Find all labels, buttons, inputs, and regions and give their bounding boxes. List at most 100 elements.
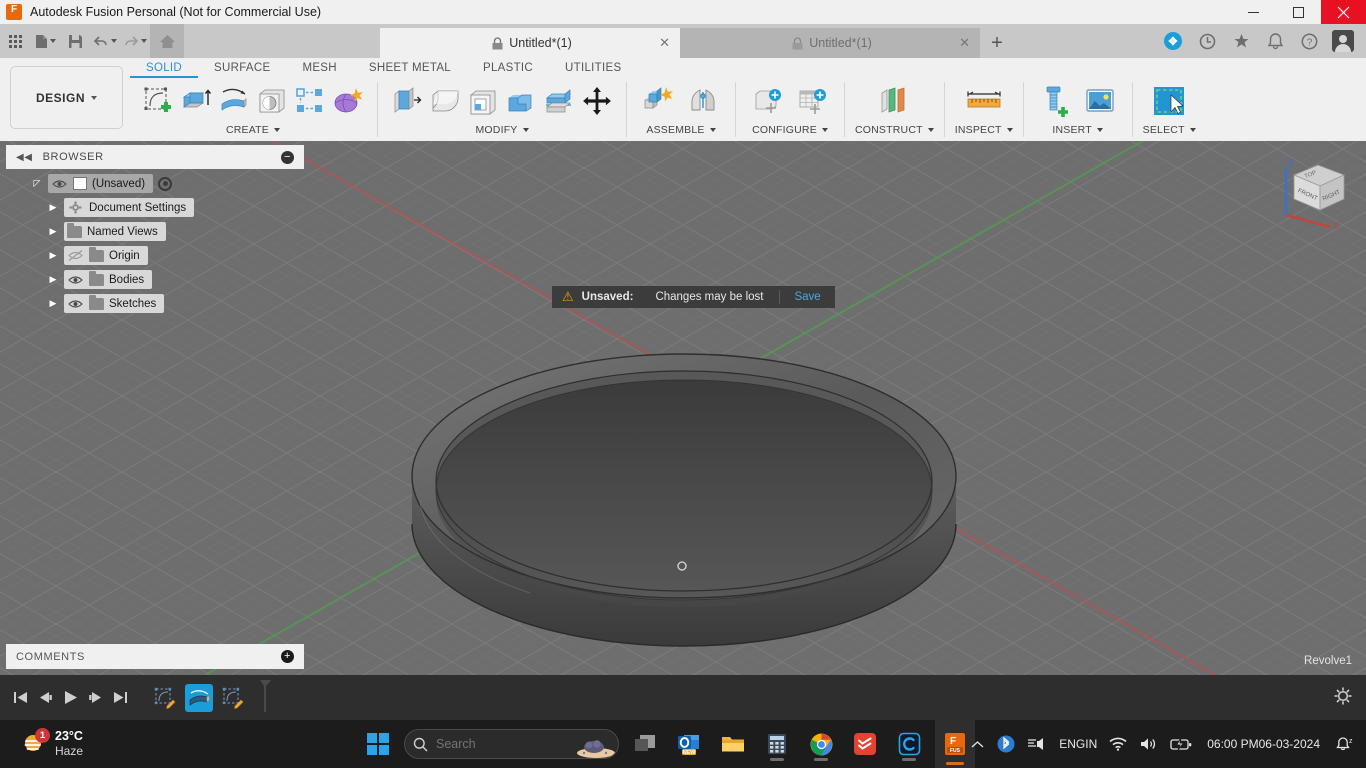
form-icon[interactable] xyxy=(329,80,367,122)
close-icon[interactable]: ✕ xyxy=(959,35,970,51)
taskview-icon[interactable] xyxy=(627,724,663,764)
select-window-icon[interactable] xyxy=(1147,80,1191,122)
notifications-icon[interactable] xyxy=(1258,24,1292,58)
timeline-settings-gear-icon[interactable] xyxy=(1334,687,1352,708)
wifi-icon[interactable] xyxy=(1104,724,1132,764)
expand-arrow-icon[interactable]: ▶ xyxy=(42,298,64,309)
app-grid-button[interactable] xyxy=(0,26,30,56)
calculator-icon[interactable] xyxy=(759,724,795,764)
minimize-icon[interactable] xyxy=(1231,0,1276,24)
undo-button[interactable] xyxy=(90,26,120,56)
timeline-feature-sketch-2[interactable] xyxy=(219,684,247,712)
eye-icon[interactable] xyxy=(51,177,68,190)
tree-item-document-settings[interactable]: ▶ Document Settings xyxy=(6,197,304,218)
save-link[interactable]: Save xyxy=(780,291,834,303)
extensions-icon[interactable]: ✥ xyxy=(1156,24,1190,58)
skip-end-icon[interactable] xyxy=(108,683,133,713)
ribbon-tab-mesh[interactable]: MESH xyxy=(286,58,352,78)
eye-icon[interactable] xyxy=(67,297,84,310)
viewport-canvas[interactable]: ◀◀ BROWSER − ◸ (Unsaved) ▶ Document Sett… xyxy=(0,141,1366,675)
insert-mcmaster-icon[interactable] xyxy=(1034,80,1078,122)
measure-icon[interactable] xyxy=(962,80,1006,122)
expand-arrow-icon[interactable]: ▶ xyxy=(42,202,64,213)
insert-canvas-icon[interactable] xyxy=(1078,80,1122,122)
maximize-icon[interactable] xyxy=(1276,0,1321,24)
ribbon-tab-plastic[interactable]: PLASTIC xyxy=(467,58,549,78)
notification-bell-icon[interactable]: z xyxy=(1330,724,1358,764)
split-face-icon[interactable] xyxy=(540,80,578,122)
configure-table-icon[interactable] xyxy=(790,80,834,122)
todoist-icon[interactable] xyxy=(847,724,883,764)
search-input[interactable] xyxy=(404,729,619,759)
tree-item-pill[interactable]: Bodies xyxy=(64,270,153,289)
chevron-up-icon[interactable] xyxy=(964,724,990,764)
panel-label-assemble[interactable]: ASSEMBLE xyxy=(646,124,716,136)
new-component-icon[interactable] xyxy=(637,80,681,122)
close-icon[interactable] xyxy=(1321,0,1366,24)
extrude-icon[interactable] xyxy=(177,80,215,122)
timeline-end-marker[interactable] xyxy=(257,680,271,715)
document-tab-1[interactable]: Untitled*(1) ✕ xyxy=(680,28,980,58)
comments-panel[interactable]: COMMENTS + xyxy=(6,644,304,669)
fillet-icon[interactable] xyxy=(426,80,464,122)
plus-circle-icon[interactable]: + xyxy=(281,650,294,663)
tree-item-origin[interactable]: ▶ Origin xyxy=(6,245,304,266)
panel-label-configure[interactable]: CONFIGURE xyxy=(752,124,828,136)
step-forward-icon[interactable] xyxy=(83,683,108,713)
outlook-icon[interactable]: NEW xyxy=(671,724,707,764)
ribbon-tab-surface[interactable]: SURFACE xyxy=(198,58,286,78)
job-status-icon[interactable] xyxy=(1190,24,1224,58)
joint-icon[interactable] xyxy=(681,80,725,122)
revolve-icon[interactable] xyxy=(215,80,253,122)
volume-icon[interactable] xyxy=(1134,724,1163,764)
shell-icon[interactable] xyxy=(464,80,502,122)
create-sketch-icon[interactable] xyxy=(139,80,177,122)
file-explorer-icon[interactable] xyxy=(715,724,751,764)
expand-arrow-icon[interactable]: ▶ xyxy=(42,226,64,237)
panel-label-create[interactable]: CREATE xyxy=(226,124,280,136)
tree-item-bodies[interactable]: ▶ Bodies xyxy=(6,269,304,290)
new-file-button[interactable] xyxy=(30,26,60,56)
tree-item-sketches[interactable]: ▶ Sketches xyxy=(6,293,304,314)
panel-label-inspect[interactable]: INSPECT xyxy=(955,124,1013,136)
sound-mixer-icon[interactable] xyxy=(1022,724,1052,764)
combine-icon[interactable] xyxy=(502,80,540,122)
creative-cloud-icon[interactable] xyxy=(891,724,927,764)
move-copy-icon[interactable] xyxy=(578,80,616,122)
eye-hidden-icon[interactable] xyxy=(67,249,84,262)
bluetooth-icon[interactable] xyxy=(992,724,1020,764)
pattern-icon[interactable] xyxy=(291,80,329,122)
tree-root-unsaved[interactable]: ◸ (Unsaved) xyxy=(6,173,304,194)
eye-icon[interactable] xyxy=(67,273,84,286)
tree-item-named-views[interactable]: ▶ Named Views xyxy=(6,221,304,242)
tree-item-pill[interactable]: Origin xyxy=(64,246,148,265)
panel-label-insert[interactable]: INSERT xyxy=(1052,124,1103,136)
sweep-icon[interactable] xyxy=(253,80,291,122)
skip-start-icon[interactable] xyxy=(8,683,33,713)
offset-plane-icon[interactable] xyxy=(872,80,916,122)
press-pull-icon[interactable] xyxy=(388,80,426,122)
help-icon[interactable]: ? xyxy=(1292,24,1326,58)
weather-widget[interactable]: 1 23°C Haze xyxy=(22,728,83,759)
view-cube[interactable]: Z X TOP FRONT RIGHT xyxy=(1272,153,1352,231)
activate-component-toggle[interactable] xyxy=(158,176,173,191)
ribbon-tab-solid[interactable]: SOLID xyxy=(130,58,199,78)
document-tab-0[interactable]: Untitled*(1) ✕ xyxy=(380,28,680,58)
panel-label-construct[interactable]: CONSTRUCT xyxy=(855,124,934,136)
panel-label-modify[interactable]: MODIFY xyxy=(475,124,529,136)
step-back-icon[interactable] xyxy=(33,683,58,713)
clock[interactable]: 06:00 PM 06-03-2024 xyxy=(1199,724,1328,764)
ribbon-tab-utilities[interactable]: UTILITIES xyxy=(549,58,637,78)
new-tab-button[interactable]: + xyxy=(980,28,1014,58)
configure-part-icon[interactable] xyxy=(746,80,790,122)
save-button[interactable] xyxy=(60,26,90,56)
windows-start-icon[interactable] xyxy=(360,724,396,764)
panel-label-select[interactable]: SELECT xyxy=(1143,124,1196,136)
expand-arrow-icon[interactable]: ▶ xyxy=(42,274,64,285)
tree-item-pill[interactable]: Sketches xyxy=(64,294,165,313)
battery-charging-icon[interactable] xyxy=(1165,724,1197,764)
play-icon[interactable] xyxy=(58,683,83,713)
minus-circle-icon[interactable]: − xyxy=(281,150,294,164)
close-icon[interactable]: ✕ xyxy=(659,35,670,51)
tree-item-pill[interactable]: Named Views xyxy=(64,222,166,241)
